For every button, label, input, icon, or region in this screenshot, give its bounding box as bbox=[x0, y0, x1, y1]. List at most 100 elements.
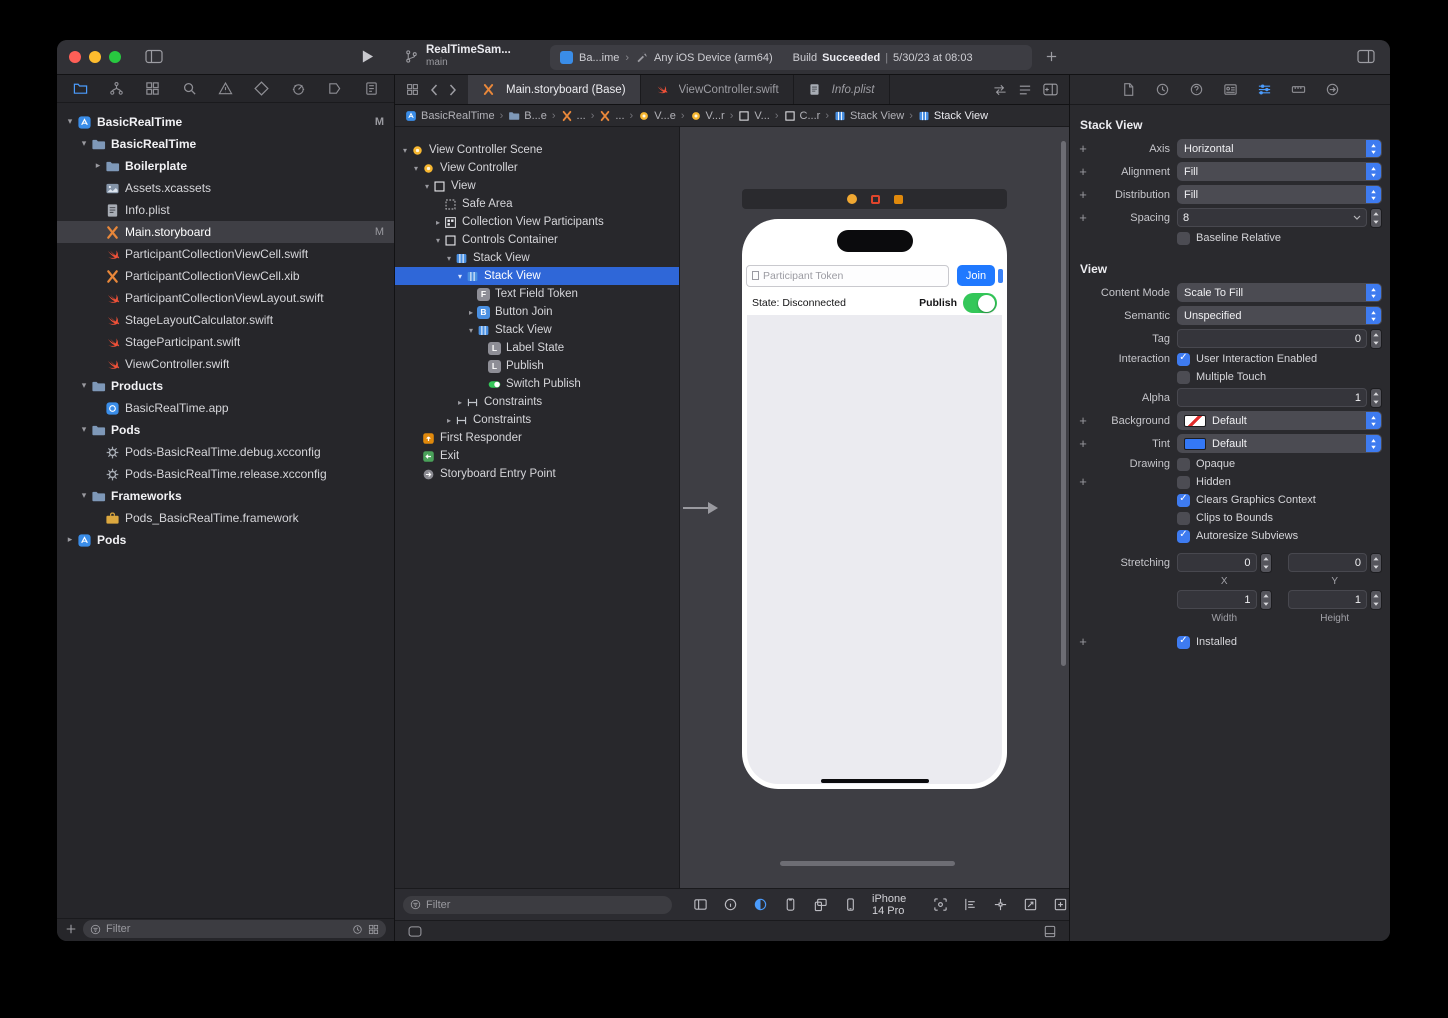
stretch-width-field[interactable]: 1 bbox=[1177, 590, 1257, 609]
report-navigator-button[interactable] bbox=[362, 80, 380, 98]
activity-status-view[interactable]: Ba...ime › Any iOS Device (arm64) Build … bbox=[550, 45, 1032, 70]
add-variation-icon[interactable]: + bbox=[1077, 166, 1089, 178]
chevron-down-icon[interactable]: ▾ bbox=[421, 182, 433, 191]
recent-files-icon[interactable] bbox=[352, 924, 363, 935]
close-button[interactable] bbox=[69, 51, 81, 63]
chevron-down-icon[interactable]: ▾ bbox=[432, 236, 444, 245]
breadcrumb-item[interactable]: B...e bbox=[508, 110, 547, 122]
outline-row[interactable]: ▸BButton Join bbox=[395, 303, 679, 321]
add-tab-icon[interactable] bbox=[1045, 50, 1058, 63]
symbol-navigator-button[interactable] bbox=[144, 80, 162, 98]
outline-row[interactable]: ▾Stack View bbox=[395, 321, 679, 339]
outline-row[interactable]: ▾View Controller Scene bbox=[395, 141, 679, 159]
first-responder-dock-icon[interactable] bbox=[871, 195, 880, 204]
breadcrumb-item[interactable]: V...e bbox=[638, 110, 676, 122]
related-items-icon[interactable] bbox=[406, 83, 419, 96]
breadcrumb-item[interactable]: C...r bbox=[784, 110, 821, 122]
file-row[interactable]: ViewController.swift bbox=[57, 353, 394, 375]
stepper-icon[interactable] bbox=[1370, 590, 1382, 610]
file-row[interactable]: ParticipantCollectionViewLayout.swift bbox=[57, 287, 394, 309]
chevron-right-icon[interactable]: ▸ bbox=[465, 308, 477, 317]
outline-row[interactable]: LLabel State bbox=[395, 339, 679, 357]
stepper-icon[interactable] bbox=[1370, 329, 1382, 349]
view-controller-dock-icon[interactable] bbox=[847, 194, 857, 204]
chevron-down-icon[interactable]: ▾ bbox=[77, 381, 91, 391]
file-row[interactable]: ▾Products bbox=[57, 375, 394, 397]
add-variation-icon[interactable]: + bbox=[1077, 189, 1089, 201]
horizontal-scrollbar[interactable] bbox=[780, 861, 955, 866]
tint-popup[interactable]: Default bbox=[1177, 434, 1382, 453]
clips-to-bounds-checkbox[interactable] bbox=[1177, 512, 1190, 525]
scm-changes-icon[interactable] bbox=[368, 924, 379, 935]
autoresize-checkbox[interactable] bbox=[1177, 530, 1190, 543]
tag-field[interactable]: 0 bbox=[1177, 329, 1367, 348]
spacing-field[interactable]: 8 bbox=[1177, 208, 1367, 227]
file-row[interactable]: StageLayoutCalculator.swift bbox=[57, 309, 394, 331]
semantic-popup[interactable]: Unspecified bbox=[1177, 306, 1382, 325]
background-popup[interactable]: Default bbox=[1177, 411, 1382, 430]
minimize-button[interactable] bbox=[89, 51, 101, 63]
file-row[interactable]: Info.plist bbox=[57, 199, 394, 221]
size-inspector-button[interactable] bbox=[1289, 81, 1307, 99]
add-variation-icon[interactable]: + bbox=[1077, 143, 1089, 155]
inspector-toggle-icon[interactable] bbox=[1357, 49, 1375, 64]
project-navigator-button[interactable] bbox=[71, 80, 89, 98]
add-variation-icon[interactable]: + bbox=[1077, 438, 1089, 450]
device-bezel-button[interactable] bbox=[782, 896, 799, 913]
file-row[interactable]: ▾Frameworks bbox=[57, 485, 394, 507]
editor-tab[interactable]: Main.storyboard (Base) bbox=[468, 75, 641, 104]
participant-token-field[interactable]: Participant Token bbox=[746, 265, 949, 287]
outline-row[interactable]: First Responder bbox=[395, 429, 679, 447]
file-row[interactable]: Pods-BasicRealTime.release.xcconfig bbox=[57, 463, 394, 485]
file-row[interactable]: StageParticipant.swift bbox=[57, 331, 394, 353]
editor-tab[interactable]: Info.plist bbox=[794, 75, 890, 104]
stretch-height-field[interactable]: 1 bbox=[1288, 590, 1368, 609]
adjust-editor-icon[interactable] bbox=[1018, 84, 1032, 96]
align-button[interactable] bbox=[962, 896, 979, 913]
selection-handle[interactable] bbox=[998, 269, 1003, 283]
minimap-icon[interactable] bbox=[1044, 925, 1056, 938]
outline-row[interactable]: FText Field Token bbox=[395, 285, 679, 303]
find-navigator-button[interactable] bbox=[180, 80, 198, 98]
chevron-down-icon[interactable]: ▾ bbox=[77, 139, 91, 149]
publish-switch[interactable] bbox=[963, 293, 997, 313]
file-inspector-button[interactable] bbox=[1119, 81, 1137, 99]
outline-row[interactable]: Exit bbox=[395, 447, 679, 465]
hidden-checkbox[interactable] bbox=[1177, 476, 1190, 489]
distribution-popup[interactable]: Fill bbox=[1177, 185, 1382, 204]
outline-row[interactable]: ▸Constraints bbox=[395, 411, 679, 429]
attributes-inspector-button[interactable] bbox=[1255, 81, 1273, 99]
breadcrumb-item[interactable]: Stack View bbox=[834, 110, 904, 122]
pin-button[interactable] bbox=[992, 896, 1009, 913]
history-inspector-button[interactable] bbox=[1153, 81, 1171, 99]
file-row[interactable]: ▸Boilerplate bbox=[57, 155, 394, 177]
breadcrumb-item[interactable]: BasicRealTime bbox=[405, 110, 495, 122]
issue-navigator-button[interactable] bbox=[217, 80, 235, 98]
stepper-icon[interactable] bbox=[1260, 590, 1272, 610]
zoom-button[interactable] bbox=[109, 51, 121, 63]
chevron-down-icon[interactable]: ▾ bbox=[443, 254, 455, 263]
file-row[interactable]: Assets.xcassets bbox=[57, 177, 394, 199]
file-row[interactable]: ▾Pods bbox=[57, 419, 394, 441]
file-row[interactable]: ParticipantCollectionViewCell.swift bbox=[57, 243, 394, 265]
navigator-toggle-icon[interactable] bbox=[145, 49, 163, 64]
add-variation-icon[interactable]: + bbox=[1077, 476, 1089, 488]
stepper-icon[interactable] bbox=[1370, 553, 1382, 573]
file-row[interactable]: ▸Pods bbox=[57, 529, 394, 551]
quick-help-inspector-button[interactable] bbox=[1187, 81, 1205, 99]
content-mode-popup[interactable]: Scale To Fill bbox=[1177, 283, 1382, 302]
outline-row[interactable]: LPublish bbox=[395, 357, 679, 375]
outline-row[interactable]: ▾Stack View bbox=[395, 249, 679, 267]
debug-navigator-button[interactable] bbox=[289, 80, 307, 98]
orientation-button[interactable] bbox=[812, 896, 829, 913]
connections-inspector-button[interactable] bbox=[1323, 81, 1341, 99]
alpha-field[interactable]: 1 bbox=[1177, 388, 1367, 407]
code-review-icon[interactable] bbox=[993, 84, 1007, 96]
iphone-canvas-device[interactable]: Participant Token Join State: Disconnect… bbox=[742, 219, 1007, 789]
forward-icon[interactable] bbox=[449, 84, 457, 96]
appearance-button[interactable] bbox=[752, 896, 769, 913]
editor-panel-button[interactable] bbox=[692, 896, 709, 913]
chevron-right-icon[interactable]: ▸ bbox=[91, 161, 105, 171]
breadcrumb-item[interactable]: ... bbox=[561, 110, 586, 122]
chevron-right-icon[interactable]: ▸ bbox=[432, 218, 444, 227]
